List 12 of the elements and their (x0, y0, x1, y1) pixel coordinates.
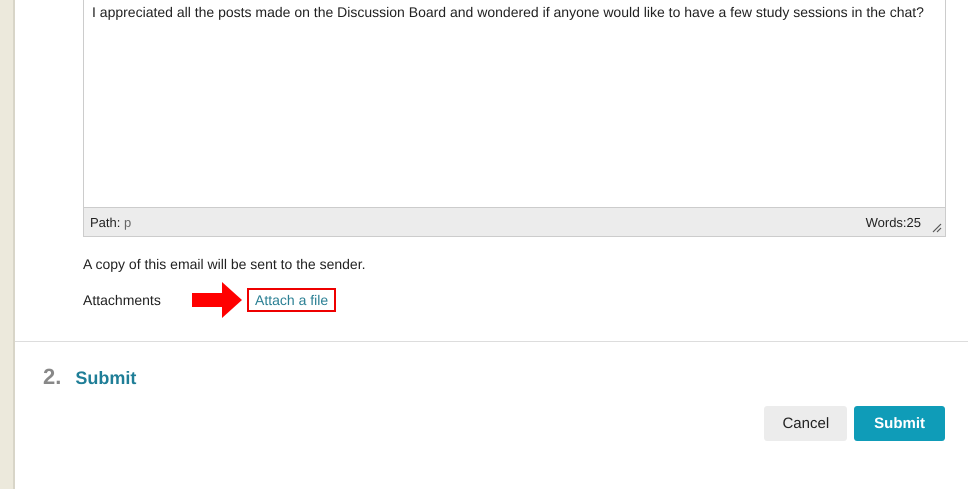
message-text: I appreciated all the posts made on the Discussion Board and wondered if anyone would like to have a few study sessions in the chat? (92, 4, 925, 20)
attach-file-link[interactable]: Attach a file (247, 288, 336, 312)
word-count: Words:25 (866, 214, 921, 230)
arrow-icon (192, 282, 242, 318)
step-number: 2. (43, 364, 62, 390)
resize-grip-icon[interactable] (932, 223, 942, 233)
path-label: Path: (90, 214, 120, 230)
copy-notice: A copy of this email will be sent to the sender. (83, 256, 366, 272)
attachments-label: Attachments (83, 292, 162, 308)
step-title: Submit (75, 368, 136, 389)
path-value: p (124, 214, 132, 230)
cancel-button[interactable]: Cancel (764, 406, 848, 441)
